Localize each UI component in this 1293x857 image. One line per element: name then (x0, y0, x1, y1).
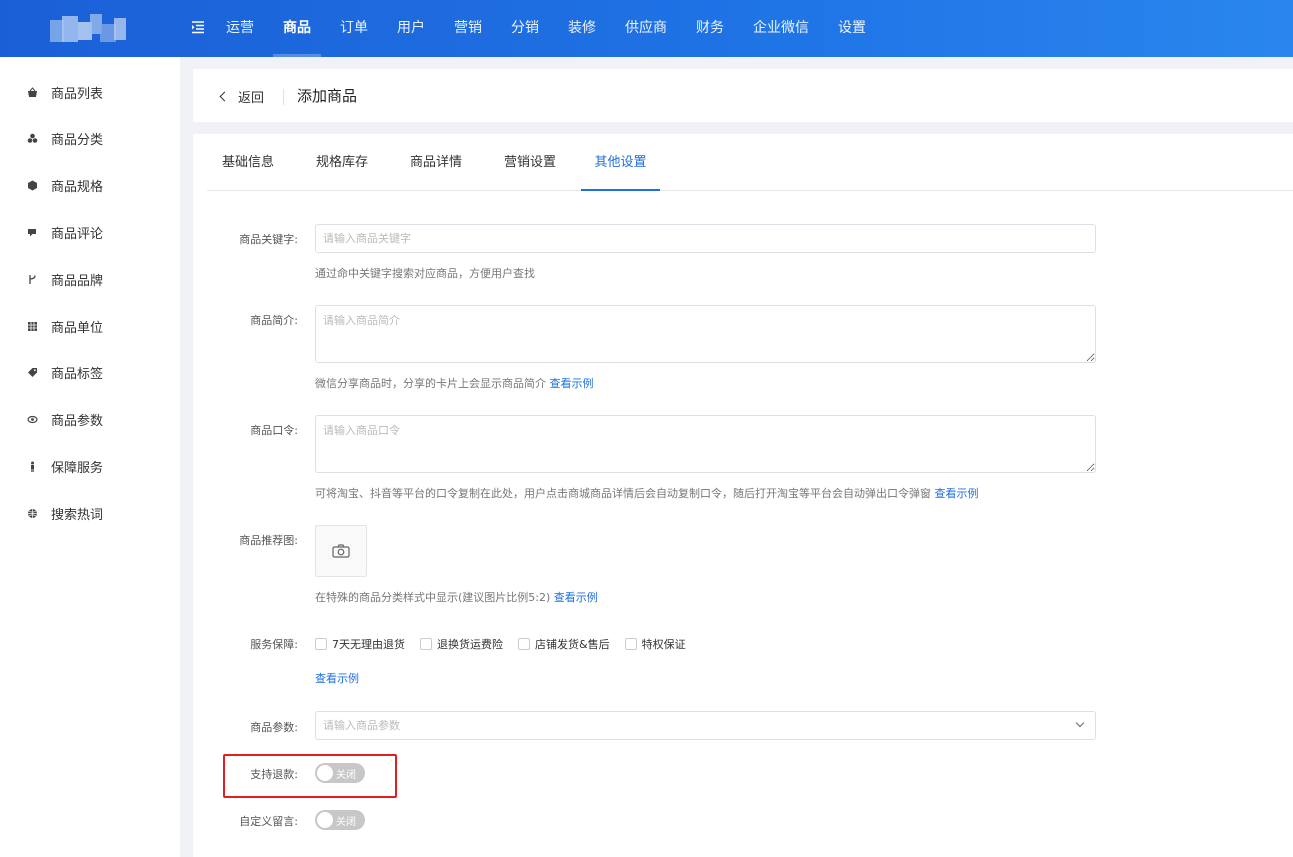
nav-item-wecom[interactable]: 企业微信 (743, 0, 819, 57)
service-checkbox-group: 7天无理由退货 退换货运费险 店铺发货&售后 特权保证 (315, 636, 701, 652)
checkbox-label: 特权保证 (641, 638, 686, 651)
sidebar-item-label: 商品单位 (51, 320, 104, 336)
brand-icon (27, 274, 38, 285)
custom-message-toggle[interactable]: 关闭 (315, 810, 365, 830)
service-checkbox-insurance[interactable]: 退换货运费险 (420, 636, 503, 652)
checkbox[interactable] (624, 638, 637, 650)
checkbox-label: 7天无理由退货 (332, 638, 405, 651)
keyword-input[interactable] (315, 224, 1096, 253)
rec-image-hint: 在特殊的商品分类样式中显示(建议图片比例5:2) 查看示例 (315, 589, 598, 605)
highlight-box (223, 754, 397, 798)
nav-item-finance[interactable]: 财务 (686, 0, 734, 57)
sidebar-item-label: 商品规格 (51, 180, 104, 196)
service-checkbox-return[interactable]: 7天无理由退货 (315, 636, 405, 652)
cube-icon (27, 180, 38, 191)
tab-other-settings[interactable]: 其他设置 (581, 134, 660, 191)
params-select[interactable] (315, 711, 1096, 740)
sidebar-item-comment[interactable]: 商品评论 (0, 212, 180, 252)
tag-icon (27, 367, 38, 378)
nav-item-operations[interactable]: 运营 (216, 0, 264, 57)
sidebar-item-category[interactable]: 商品分类 (0, 119, 180, 159)
grid-icon (27, 321, 38, 332)
checkbox[interactable] (315, 638, 327, 650)
nav-item-supplier[interactable]: 供应商 (615, 0, 677, 57)
password-label: 商品口令: (250, 424, 298, 437)
page-header: 返回 添加商品 (193, 69, 1293, 122)
sidebar-item-service[interactable]: 保障服务 (0, 446, 180, 486)
top-navbar: 运营 商品 订单 用户 营销 分销 装修 供应商 财务 企业微信 设置 (0, 0, 1293, 57)
back-button[interactable]: 返回 (219, 87, 265, 106)
sidebar-item-label: 商品标签 (51, 367, 104, 383)
camera-icon (332, 544, 350, 558)
checkbox[interactable] (518, 638, 530, 650)
logo (44, 12, 134, 52)
nav-item-settings[interactable]: 设置 (828, 0, 876, 57)
intro-example-link[interactable]: 查看示例 (550, 377, 594, 390)
tab-spec-stock[interactable]: 规格库存 (314, 134, 370, 191)
password-example-link[interactable]: 查看示例 (935, 487, 979, 500)
sidebar-item-tag[interactable]: 商品标签 (0, 353, 180, 393)
intro-hint-text: 微信分享商品时，分享的卡片上会显示商品简介 (315, 377, 546, 390)
password-textarea[interactable] (315, 415, 1096, 473)
checkbox-label: 退换货运费险 (437, 638, 503, 651)
basket-icon (27, 86, 38, 98)
sidebar: 商品列表商品分类商品规格商品评论商品品牌商品单位商品标签商品参数保障服务搜索热词 (0, 57, 180, 857)
category-icon (27, 133, 38, 144)
sidebar-item-label: 保障服务 (51, 460, 104, 476)
password-hint-text: 可将淘宝、抖音等平台的口令复制在此处，用户点击商城商品详情后会自动复制口令，随后… (315, 487, 931, 500)
header-divider (283, 89, 284, 105)
tab-bar: 基础信息 规格库存 商品详情 营销设置 其他设置 (207, 134, 1293, 191)
sidebar-item-label: 商品品牌 (51, 273, 104, 289)
eye-icon (27, 414, 38, 425)
sidebar-item-unit[interactable]: 商品单位 (0, 306, 180, 346)
tab-product-detail[interactable]: 商品详情 (408, 134, 464, 191)
sidebar-item-spec[interactable]: 商品规格 (0, 166, 180, 206)
tab-marketing[interactable]: 营销设置 (502, 134, 558, 191)
nav-item-orders[interactable]: 订单 (330, 0, 378, 57)
menu-toggle-icon[interactable] (190, 19, 206, 35)
nav-item-marketing[interactable]: 营销 (444, 0, 492, 57)
comment-icon (27, 227, 38, 238)
intro-textarea[interactable] (315, 305, 1096, 363)
rec-image-label: 商品推荐图: (239, 534, 298, 547)
service-label: 服务保障: (250, 638, 298, 651)
service-example-link[interactable]: 查看示例 (315, 670, 359, 686)
toggle-knob (317, 812, 333, 828)
sidebar-item-label: 搜索热词 (51, 507, 104, 523)
sidebar-item-label: 商品参数 (51, 414, 104, 430)
intro-label: 商品简介: (250, 314, 298, 327)
checkbox-label: 店铺发货&售后 (535, 638, 610, 651)
rec-image-example-link[interactable]: 查看示例 (554, 591, 598, 604)
sidebar-item-brand[interactable]: 商品品牌 (0, 259, 180, 299)
image-upload-button[interactable] (315, 525, 367, 577)
person-icon (27, 461, 38, 472)
sidebar-item-hotword[interactable]: 搜索热词 (0, 493, 180, 533)
back-label: 返回 (238, 91, 265, 106)
password-hint: 可将淘宝、抖音等平台的口令复制在此处，用户点击商城商品详情后会自动复制口令，随后… (315, 485, 979, 501)
nav-item-users[interactable]: 用户 (387, 0, 435, 57)
intro-hint: 微信分享商品时，分享的卡片上会显示商品简介 查看示例 (315, 375, 594, 391)
checkbox[interactable] (420, 638, 432, 650)
sidebar-item-label: 商品分类 (51, 133, 104, 149)
sidebar-item-label: 商品评论 (51, 226, 104, 242)
sidebar-item-label: 商品列表 (51, 86, 104, 102)
globe-icon (27, 508, 38, 519)
nav-item-decoration[interactable]: 装修 (558, 0, 606, 57)
nav-item-products[interactable]: 商品 (273, 0, 321, 57)
keyword-label: 商品关键字: (239, 233, 298, 246)
sidebar-item-param[interactable]: 商品参数 (0, 400, 180, 440)
chevron-left-icon (219, 91, 230, 102)
toggle-state-text: 关闭 (336, 817, 356, 828)
params-label: 商品参数: (250, 721, 298, 734)
main-nav: 运营 商品 订单 用户 营销 分销 装修 供应商 财务 企业微信 设置 (216, 0, 885, 57)
nav-item-distribution[interactable]: 分销 (501, 0, 549, 57)
tab-basic-info[interactable]: 基础信息 (220, 134, 276, 191)
rec-image-hint-text: 在特殊的商品分类样式中显示(建议图片比例5:2) (315, 591, 551, 604)
sidebar-item-list[interactable]: 商品列表 (0, 72, 180, 112)
keyword-hint: 通过命中关键字搜索对应商品，方便用户查找 (315, 267, 535, 280)
message-label: 自定义留言: (239, 815, 298, 828)
page-title: 添加商品 (297, 87, 358, 105)
service-checkbox-privilege[interactable]: 特权保证 (624, 636, 686, 652)
service-checkbox-shipping[interactable]: 店铺发货&售后 (518, 636, 610, 652)
